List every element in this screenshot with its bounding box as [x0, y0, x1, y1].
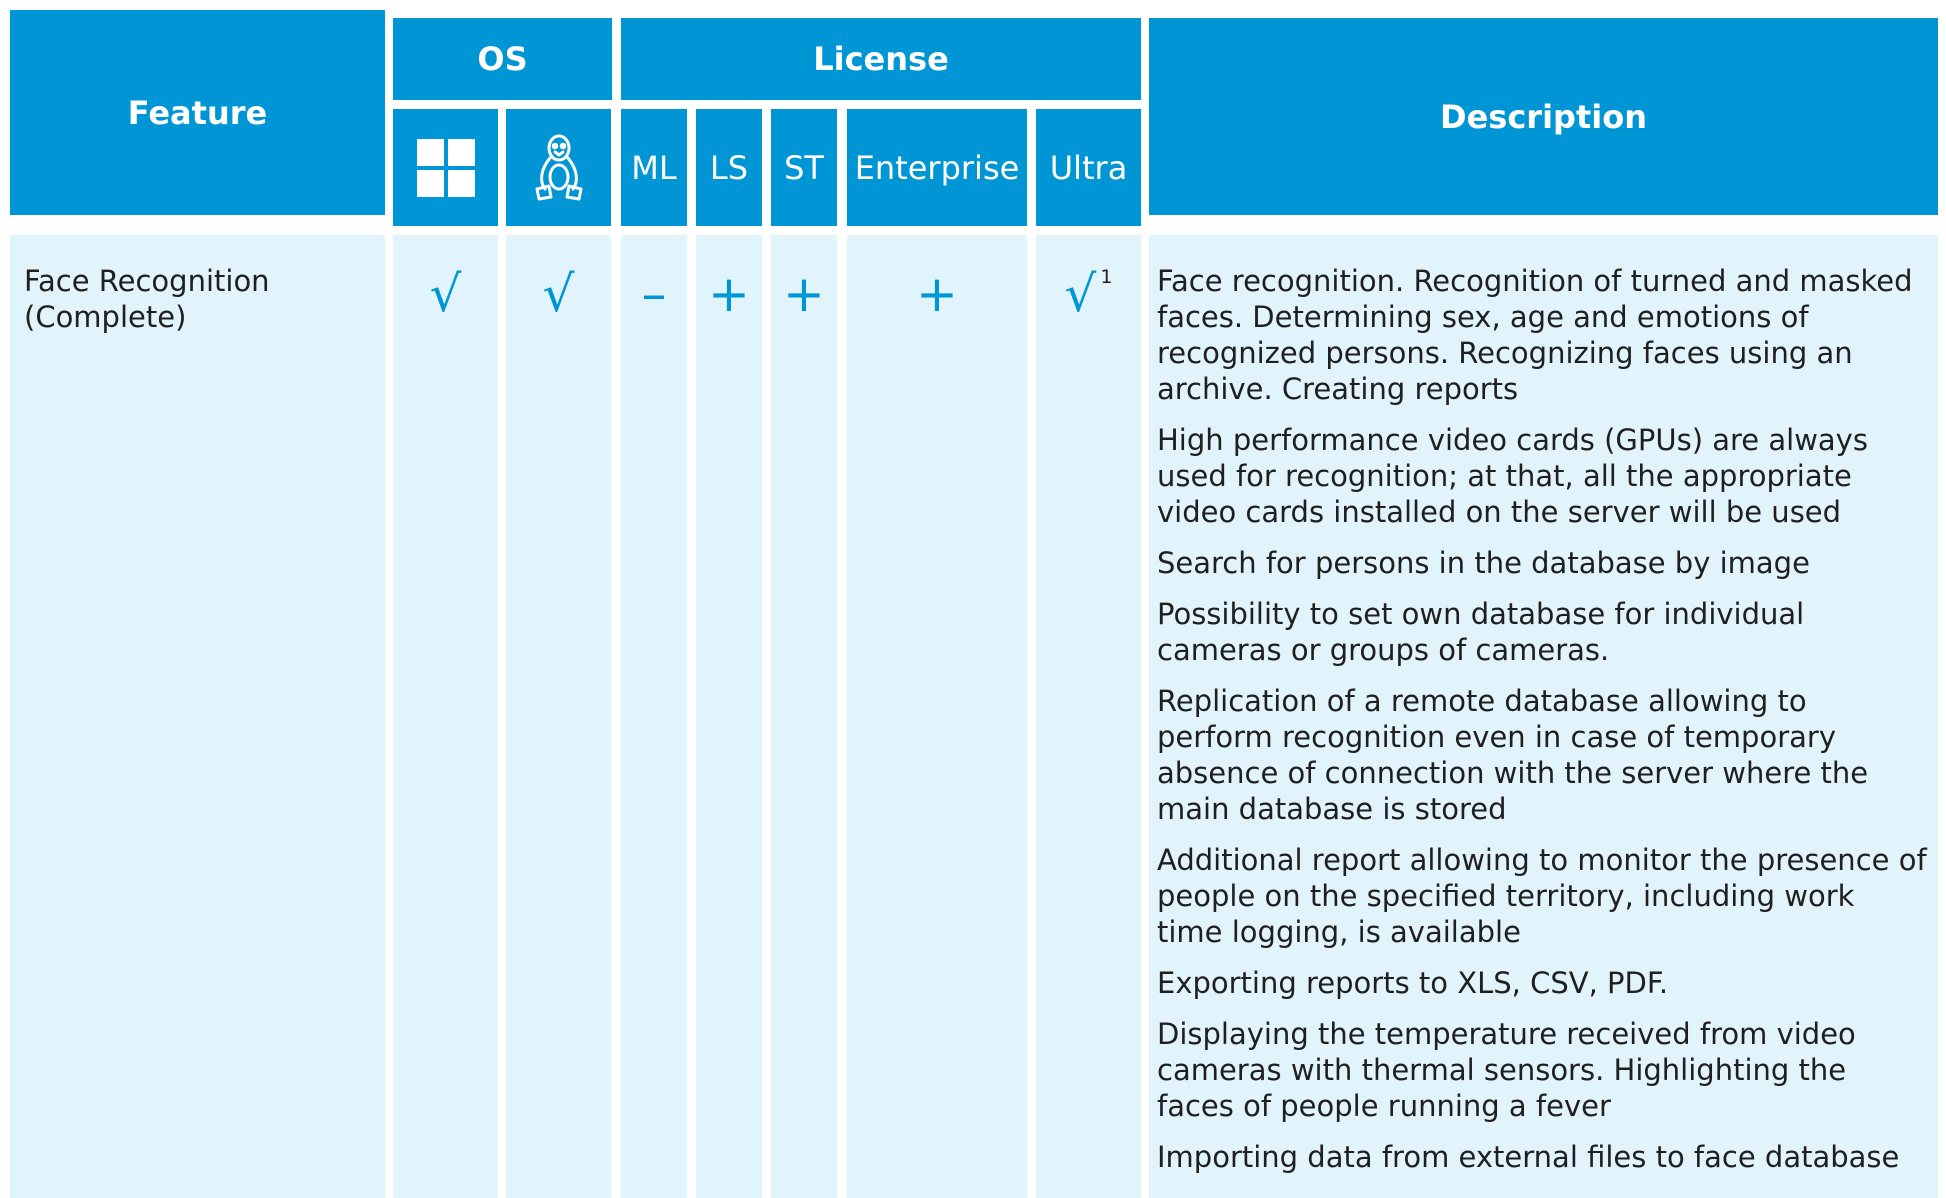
os-header-label: OS — [477, 40, 528, 78]
feature-header-label: Feature — [127, 93, 268, 132]
description-list: Face recognition. Recognition of turned … — [1157, 263, 1927, 1190]
enterprise-mark: + — [916, 265, 958, 323]
license-ml-header: ML — [621, 109, 687, 226]
description-item: Face recognition. Recognition of turned … — [1157, 264, 1913, 406]
linux-support-mark: √ — [542, 265, 575, 323]
license-ls-header: LS — [696, 109, 762, 226]
license-ultra-label: Ultra — [1049, 148, 1128, 187]
license-ml-label: ML — [631, 148, 677, 187]
ml-cell: – — [621, 235, 687, 1198]
license-ultra-header: Ultra — [1036, 109, 1141, 226]
description-item: Possibility to set own database for indi… — [1157, 597, 1805, 667]
license-enterprise-label: Enterprise — [854, 148, 1020, 187]
os-linux-header — [506, 109, 611, 226]
description-item: Exporting reports to XLS, CSV, PDF. — [1157, 966, 1669, 1000]
license-header: License — [621, 18, 1141, 100]
license-ls-label: LS — [709, 148, 749, 187]
description-item: Search for persons in the database by im… — [1157, 546, 1810, 580]
license-header-label: License — [813, 40, 949, 78]
feature-header: Feature — [10, 10, 385, 215]
ultra-cell: √ 1 — [1036, 235, 1141, 1198]
description-cell: Face recognition. Recognition of turned … — [1149, 235, 1938, 1198]
windows-cell: √ — [393, 235, 498, 1198]
os-windows-header — [393, 109, 498, 226]
description-header-label: Description — [1440, 97, 1647, 136]
description-item: High performance video cards (GPUs) are … — [1157, 423, 1868, 529]
st-mark: + — [783, 265, 825, 323]
ml-mark: – — [641, 265, 667, 323]
ultra-mark-wrap: √ 1 — [1036, 266, 1141, 319]
st-cell: + — [771, 235, 837, 1198]
ls-cell: + — [696, 235, 762, 1198]
license-st-header: ST — [771, 109, 837, 226]
description-item: Displaying the temperature received from… — [1157, 1017, 1856, 1123]
description-item: Importing data from external files to fa… — [1157, 1140, 1900, 1174]
ultra-mark: √ — [1064, 265, 1097, 323]
windows-support-mark: √ — [429, 265, 462, 323]
linux-cell: √ — [506, 235, 611, 1198]
description-header: Description — [1149, 18, 1938, 215]
ls-mark: + — [708, 265, 750, 323]
license-st-label: ST — [784, 148, 824, 187]
description-item: Additional report allowing to monitor th… — [1157, 843, 1927, 949]
license-enterprise-header: Enterprise — [847, 109, 1027, 226]
description-item: Replication of a remote database allowin… — [1157, 684, 1869, 826]
enterprise-cell: + — [847, 235, 1027, 1198]
linux-icon — [535, 134, 582, 200]
feature-name: Face Recognition (Complete) — [24, 264, 270, 334]
windows-icon — [416, 138, 475, 197]
os-header: OS — [393, 18, 612, 100]
ultra-footnote: 1 — [1100, 266, 1113, 289]
feature-cell: Face Recognition (Complete) — [10, 235, 385, 1198]
